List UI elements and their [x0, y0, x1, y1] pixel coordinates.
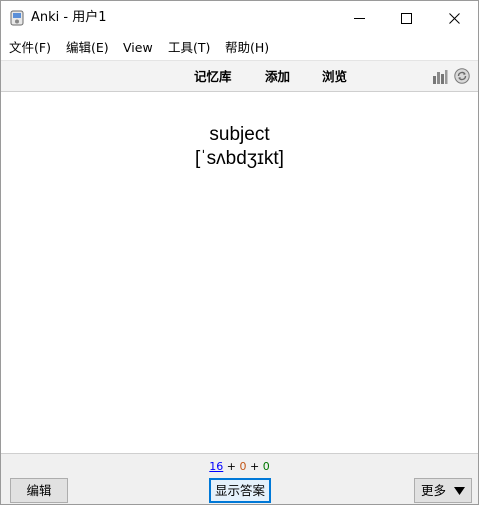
toolbar-add-link[interactable]: 添加	[265, 70, 290, 84]
close-button[interactable]	[430, 1, 478, 35]
learn-count: 0	[239, 460, 247, 473]
title-bar[interactable]: Anki - 用户1	[1, 1, 478, 35]
edit-button-label: 编辑	[26, 482, 52, 498]
count-separator: +	[250, 460, 260, 473]
dropdown-arrow-icon	[454, 487, 465, 495]
stats-icon[interactable]	[432, 69, 448, 85]
toolbar-decks-link[interactable]: 记忆库	[194, 70, 232, 84]
menu-edit[interactable]: 编辑(E)	[66, 41, 109, 55]
bottom-bar: 16 + 0 + 0 编辑 显示答案 更多	[1, 453, 478, 504]
menu-view[interactable]: View	[123, 41, 153, 55]
show-answer-label: 显示答案	[214, 482, 265, 498]
card-review-area: subject [ˈsʌbdʒɪkt]	[1, 93, 478, 453]
due-counts: 16 + 0 + 0	[1, 460, 478, 473]
minimize-icon	[353, 17, 365, 19]
more-button[interactable]: 更多	[414, 478, 472, 503]
maximize-icon	[400, 12, 412, 24]
top-toolbar: 记忆库 添加 浏览	[1, 60, 478, 92]
edit-button[interactable]: 编辑	[10, 478, 68, 503]
menu-tools[interactable]: 工具(T)	[168, 41, 210, 55]
toolbar-browse-link[interactable]: 浏览	[322, 70, 347, 84]
menu-help[interactable]: 帮助(H)	[225, 41, 269, 55]
card-word: subject	[209, 124, 270, 145]
sync-icon[interactable]	[454, 68, 470, 84]
card-phonetic: [ˈsʌbdʒɪkt]	[195, 148, 284, 169]
review-count: 0	[262, 460, 270, 473]
menu-bar: 文件(F) 编辑(E) View 工具(T) 帮助(H)	[1, 36, 478, 60]
count-separator: +	[226, 460, 236, 473]
show-answer-button[interactable]: 显示答案	[209, 478, 271, 503]
anki-app-icon	[10, 10, 24, 26]
close-icon	[448, 12, 460, 24]
new-count: 16	[209, 460, 224, 473]
menu-file[interactable]: 文件(F)	[9, 41, 51, 55]
anki-window: Anki - 用户1 文件(F) 编辑(E) View 工具(T) 帮助(H) …	[0, 0, 479, 505]
maximize-button[interactable]	[382, 1, 430, 35]
window-title: Anki - 用户1	[31, 10, 107, 25]
minimize-button[interactable]	[335, 1, 383, 35]
more-button-label: 更多	[421, 482, 447, 498]
